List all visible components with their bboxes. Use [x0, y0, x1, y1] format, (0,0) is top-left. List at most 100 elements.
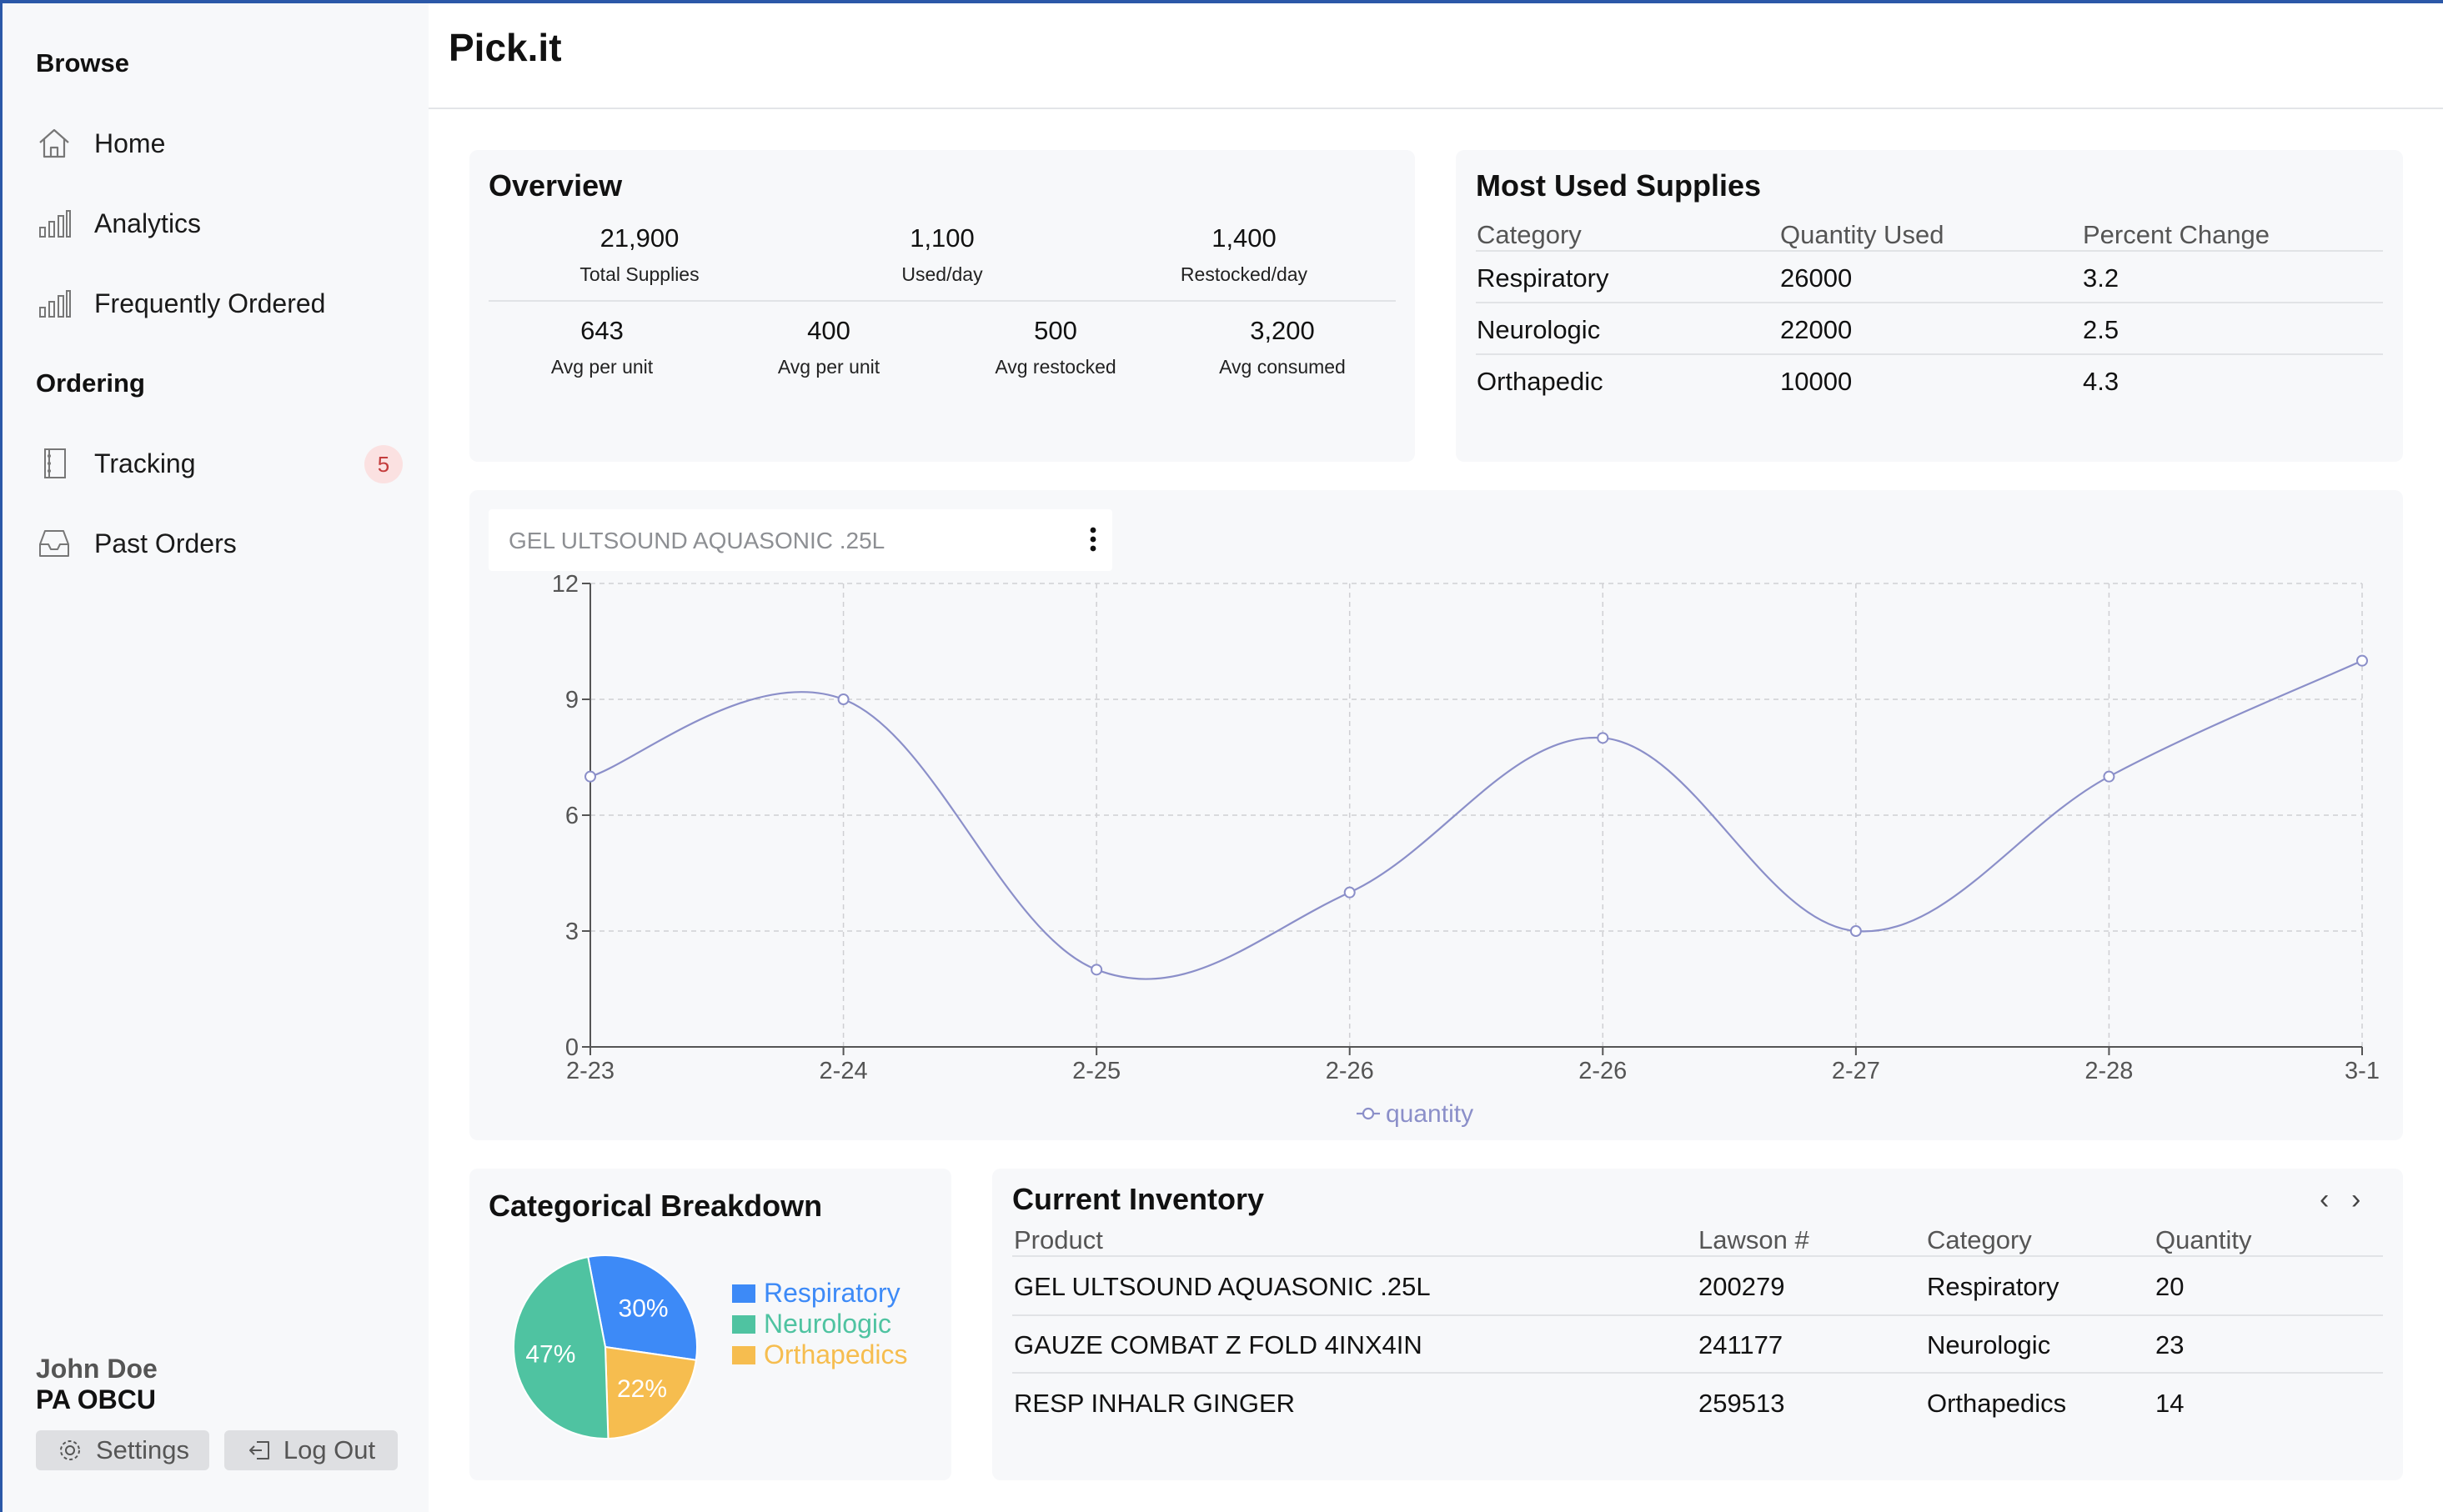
table-cell: GAUZE COMBAT Z FOLD 4INX4IN: [1014, 1330, 1422, 1359]
x-tick-label: 2-26: [1326, 1058, 1374, 1084]
gear-icon: [59, 1440, 80, 1460]
stat-value: 1,100: [910, 223, 975, 253]
prev-page-button[interactable]: ‹: [2320, 1184, 2329, 1216]
browse-heading: Browse: [36, 48, 129, 78]
table-cell: Respiratory: [1927, 1272, 2059, 1301]
sidebar: Browse Home Analytics Frequently Ordered…: [0, 3, 429, 1512]
x-tick-label: 2-24: [820, 1058, 868, 1084]
sidebar-item-tracking[interactable]: Tracking 5: [36, 434, 403, 493]
column-header-product: Product: [1014, 1225, 1103, 1254]
legend-label: Respiratory: [764, 1278, 900, 1308]
chart-legend[interactable]: quantity: [1357, 1100, 1473, 1128]
table-cell: 241177: [1698, 1330, 1783, 1359]
overview-title: Overview: [489, 168, 623, 203]
legend-label-quantity: quantity: [1386, 1100, 1473, 1128]
y-tick-label: 6: [565, 803, 579, 829]
logout-label: Log Out: [283, 1435, 376, 1464]
column-header-percent-change: Percent Change: [2083, 220, 2270, 249]
table-divider: [1012, 1372, 2383, 1374]
table-cell: Orthapedics: [1927, 1389, 2067, 1418]
stat-avg-per-unit: 643 Avg per unit: [485, 316, 719, 378]
legend-label: Neurologic: [764, 1309, 891, 1339]
x-tick-label: 3-1: [2345, 1058, 2380, 1084]
table-divider: [1476, 353, 2383, 355]
overview-divider: [489, 300, 1396, 302]
table-cell: 23: [2155, 1330, 2185, 1359]
x-tick-label: 2-27: [1832, 1058, 1880, 1084]
chart-gridlines: [590, 583, 2363, 1047]
column-header-lawson: Lawson #: [1698, 1225, 1809, 1254]
sidebar-item-home[interactable]: Home: [36, 114, 403, 173]
x-tick-label: 2-26: [1578, 1058, 1627, 1084]
legend-swatch: [732, 1284, 755, 1303]
table-cell: 26000: [1780, 263, 1853, 293]
table-cell: 2.5: [2083, 315, 2119, 344]
table-cell: 200279: [1698, 1272, 1785, 1301]
sidebar-item-frequently-ordered[interactable]: Frequently Ordered: [36, 274, 403, 333]
product-select[interactable]: GEL ULTSOUND AQUASONIC .25L: [489, 509, 1112, 571]
stat-avg-restocked: 500 Avg restocked: [939, 316, 1172, 378]
more-vertical-icon[interactable]: [1089, 524, 1097, 554]
ordering-heading: Ordering: [36, 368, 145, 398]
pie-label: 22%: [617, 1375, 667, 1403]
breakdown-title: Categorical Breakdown: [489, 1189, 823, 1223]
sidebar-item-label: Analytics: [94, 208, 202, 238]
user-role: PA OBCU: [36, 1384, 156, 1414]
line-chart: 036912 2-23 2-24 2-25 2-26 2-26 2-27 2-28 3-1 q…: [552, 571, 2380, 1128]
legend-item-respiratory[interactable]: Respiratory: [732, 1278, 900, 1309]
bar-chart-icon: [36, 285, 73, 322]
table-cell: 4.3: [2083, 367, 2119, 396]
table-divider: [1012, 1314, 2383, 1316]
sidebar-item-label: Frequently Ordered: [94, 288, 326, 318]
legend-item-neurologic[interactable]: Neurologic: [732, 1309, 891, 1339]
legend-label: Orthapedics: [764, 1339, 908, 1369]
data-point: [2103, 770, 2115, 783]
stat-used-per-day: 1,100 Used/day: [825, 223, 1059, 286]
table-cell: 20: [2155, 1272, 2185, 1301]
inbox-icon: [36, 525, 73, 562]
sidebar-item-label: Past Orders: [94, 528, 237, 558]
home-icon: [36, 125, 73, 162]
table-cell: 22000: [1780, 315, 1853, 344]
stat-label: Total Supplies: [579, 263, 700, 285]
bar-chart-icon: [36, 205, 73, 242]
y-tick-label: 9: [565, 687, 579, 713]
column-header-category: Category: [1927, 1225, 2032, 1254]
stat-value: 643: [580, 316, 624, 345]
stat-value: 21,900: [599, 223, 680, 253]
next-page-button[interactable]: ›: [2351, 1184, 2360, 1216]
column-header-quantity: Quantity: [2155, 1225, 2252, 1254]
y-tick-label: 12: [552, 571, 579, 598]
stat-restocked-per-day: 1,400 Restocked/day: [1127, 223, 1361, 286]
sidebar-item-past-orders[interactable]: Past Orders: [36, 514, 403, 573]
legend-swatch: [732, 1314, 755, 1334]
data-point: [1343, 886, 1356, 899]
table-divider: [1012, 1255, 2383, 1257]
table-cell: GEL ULTSOUND AQUASONIC .25L: [1014, 1272, 1431, 1301]
stat-value: 400: [807, 316, 850, 345]
pie-chart: 30% 22% 47%: [513, 1254, 698, 1439]
table-cell: 259513: [1698, 1389, 1785, 1418]
stat-total-supplies: 21,900 Total Supplies: [523, 223, 756, 286]
header-divider: [429, 108, 2443, 109]
logout-icon: [248, 1441, 269, 1459]
stat-label: Avg restocked: [995, 356, 1116, 378]
stat-value: 500: [1034, 316, 1077, 345]
stat-label: Restocked/day: [1180, 263, 1308, 285]
logout-button[interactable]: Log Out: [224, 1430, 398, 1470]
table-cell: 14: [2155, 1389, 2185, 1418]
data-point: [1849, 925, 1862, 937]
table-cell: Neurologic: [1477, 315, 1601, 344]
settings-button[interactable]: Settings: [36, 1430, 209, 1470]
tracking-count-badge: 5: [364, 445, 403, 483]
sidebar-item-analytics[interactable]: Analytics: [36, 194, 403, 253]
data-point: [1597, 732, 1609, 744]
stat-avg-consumed: 3,200 Avg consumed: [1166, 316, 1399, 378]
table-cell: Orthapedic: [1477, 367, 1603, 396]
x-tick-label: 2-28: [2084, 1058, 2133, 1084]
user-name: John Doe: [36, 1354, 158, 1384]
product-select-value: GEL ULTSOUND AQUASONIC .25L: [509, 528, 885, 553]
x-axis-ticks: 2-23 2-24 2-25 2-26 2-26 2-27 2-28 3-1: [566, 1047, 2380, 1084]
data-point: [584, 770, 596, 783]
legend-item-orthapedics[interactable]: Orthapedics: [732, 1339, 908, 1370]
